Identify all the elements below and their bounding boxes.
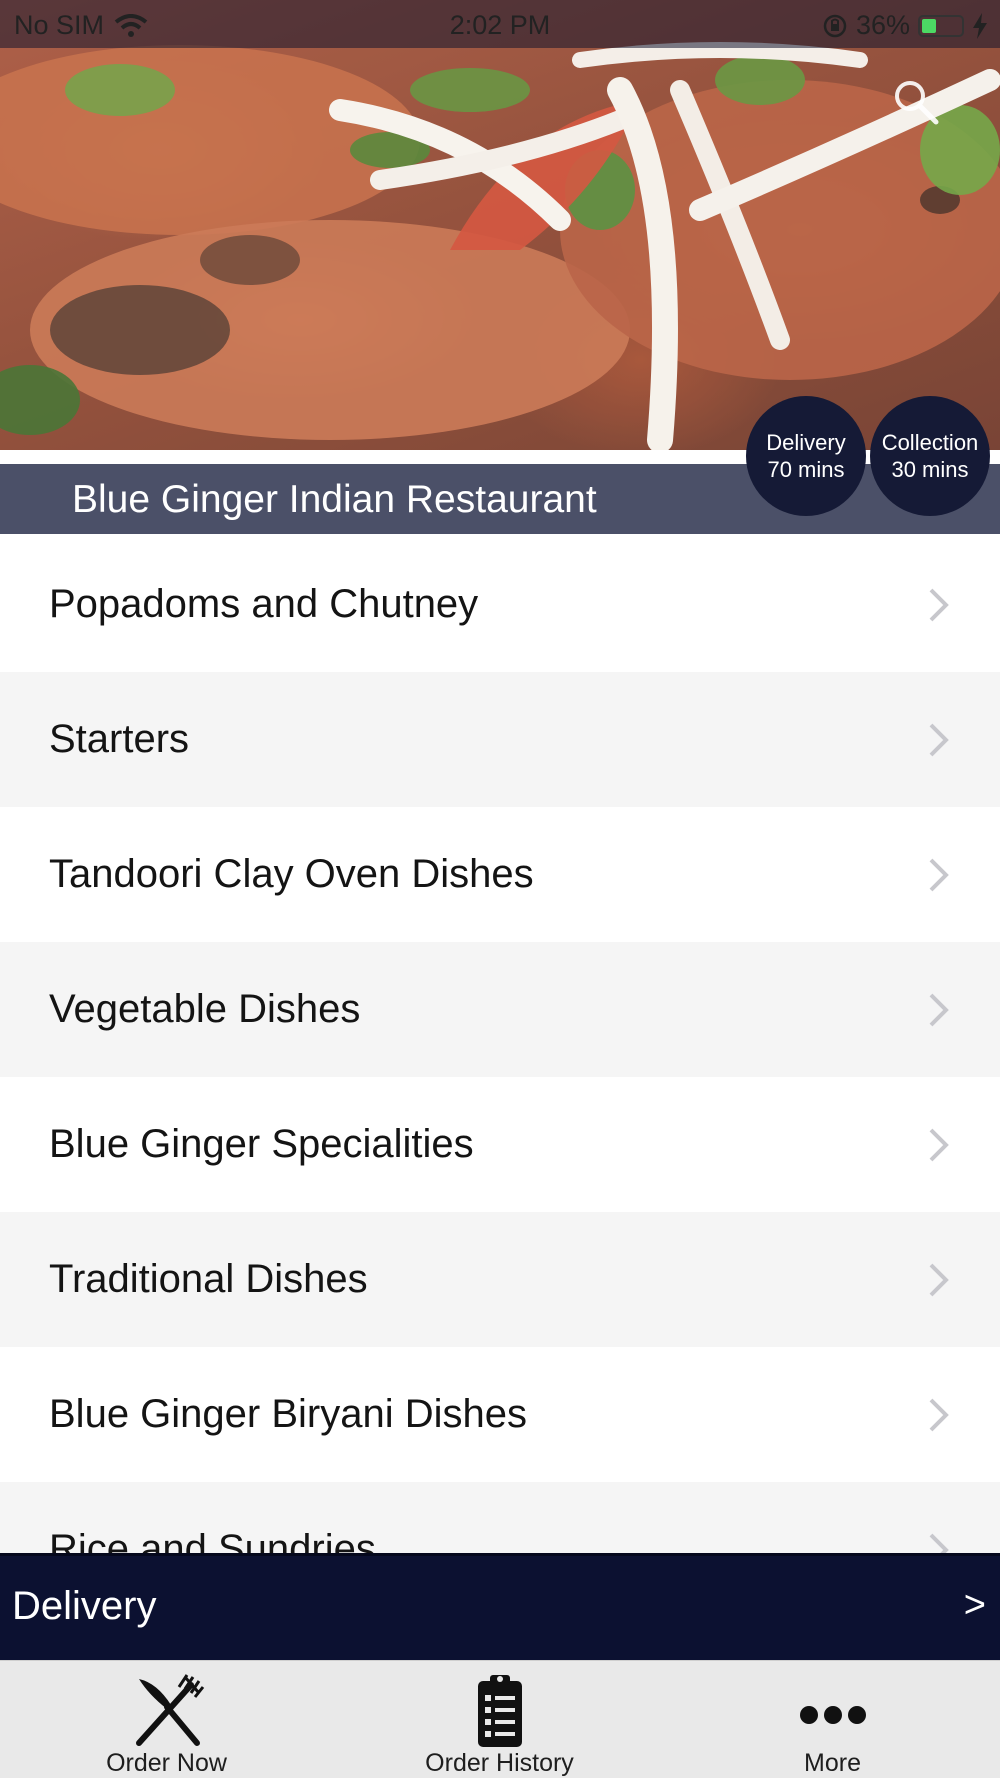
battery-icon (918, 14, 964, 37)
category-label: Traditional Dishes (49, 1257, 368, 1301)
category-item-rice-sundries[interactable]: Rice and Sundries (0, 1482, 1000, 1553)
chevron-right-icon (929, 993, 949, 1026)
battery-level (922, 18, 936, 33)
chevron-right-icon (929, 588, 949, 621)
category-label: Starters (49, 717, 190, 761)
delivery-mode-label: Delivery (12, 1584, 157, 1628)
chevron-right-icon (929, 858, 949, 891)
collection-time-badge: Collection 30 mins (870, 396, 990, 516)
category-label: Vegetable Dishes (49, 987, 361, 1031)
status-right: 36% (822, 10, 988, 41)
chevron-right-icon (929, 1398, 949, 1431)
tab-more-label: More (804, 1749, 861, 1777)
chevron-right-icon (929, 723, 949, 756)
category-label: Tandoori Clay Oven Dishes (49, 852, 534, 896)
clipboard-list-icon (477, 1675, 522, 1747)
restaurant-name: Blue Ginger Indian Restaurant (72, 478, 597, 521)
tandoori-food-photo (0, 0, 1000, 450)
hero-food-image (0, 0, 1000, 450)
collection-badge-time: 30 mins (891, 457, 969, 482)
category-item-tandoori[interactable]: Tandoori Clay Oven Dishes (0, 807, 1000, 942)
status-bar: No SIM 2:02 PM 36% (0, 0, 1000, 48)
chevron-right-icon (929, 1128, 949, 1161)
tab-more[interactable]: More (666, 1661, 999, 1778)
delivery-arrow-icon: > (963, 1584, 986, 1626)
delivery-mode-bar[interactable]: Delivery > (0, 1553, 1000, 1660)
chevron-right-icon (929, 1533, 949, 1553)
category-item-biryani[interactable]: Blue Ginger Biryani Dishes (0, 1347, 1000, 1482)
charging-bolt-icon (973, 12, 987, 39)
collection-badge-title: Collection (881, 430, 979, 455)
category-label: Blue Ginger Biryani Dishes (49, 1392, 527, 1436)
category-label: Popadoms and Chutney (49, 582, 479, 626)
tab-order-now[interactable]: Order Now (0, 1661, 333, 1778)
category-label: Rice and Sundries (49, 1527, 376, 1553)
search-icon[interactable] (892, 78, 940, 126)
category-label: Blue Ginger Specialities (49, 1122, 474, 1166)
category-item-vegetable[interactable]: Vegetable Dishes (0, 942, 1000, 1077)
category-item-specialities[interactable]: Blue Ginger Specialities (0, 1077, 1000, 1212)
delivery-badge-title: Delivery (766, 430, 846, 455)
menu-category-list[interactable]: Popadoms and Chutney Starters Tandoori C… (0, 537, 1000, 1553)
chevron-right-icon (929, 1263, 949, 1296)
delivery-badge-time: 70 mins (767, 457, 845, 482)
battery-percent: 36% (855, 10, 910, 40)
fork-knife-icon (135, 1674, 204, 1746)
orientation-lock-icon (823, 14, 847, 37)
bottom-tab-bar: Order Now Order History More (0, 1660, 1000, 1778)
tab-order-history[interactable]: Order History (333, 1661, 666, 1778)
category-item-traditional[interactable]: Traditional Dishes (0, 1212, 1000, 1347)
tab-order-now-label: Order Now (106, 1749, 227, 1777)
category-item-starters[interactable]: Starters (0, 672, 1000, 807)
tab-order-history-label: Order History (425, 1749, 574, 1777)
delivery-time-badge: Delivery 70 mins (746, 396, 866, 516)
more-dots-icon (799, 1706, 866, 1724)
category-item-popadoms[interactable]: Popadoms and Chutney (0, 537, 1000, 672)
